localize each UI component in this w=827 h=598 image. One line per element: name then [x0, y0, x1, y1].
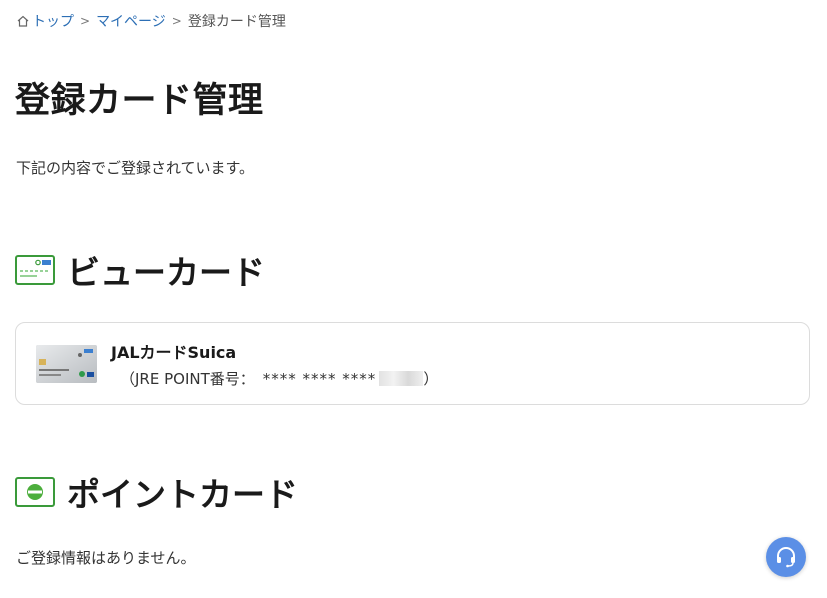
card-number-close: ） [423, 370, 439, 388]
empty-message: ご登録情報はありません。 [16, 549, 196, 567]
support-button[interactable] [766, 537, 806, 577]
view-card-section-header: ビューカード [15, 246, 265, 294]
home-icon [17, 15, 29, 27]
breadcrumb-link-mypage[interactable]: マイページ [96, 11, 166, 31]
view-card-heading: ビューカード [67, 253, 265, 292]
card-name: JALカードSuica [111, 343, 237, 362]
breadcrumb: トップ > マイページ > 登録カード管理 [16, 11, 286, 31]
point-card-section-header: ポイントカード [15, 468, 298, 516]
breadcrumb-separator: > [80, 14, 91, 28]
page-title: 登録カード管理 [15, 81, 264, 121]
card-point-number: （JRE POINT番号： **** **** **** ） [120, 368, 438, 389]
breadcrumb-link-top[interactable]: トップ [32, 11, 74, 31]
credit-card-icon [15, 255, 55, 285]
registered-card-item: JALカードSuica （JRE POINT番号： **** **** ****… [15, 322, 810, 405]
blurred-digits [379, 371, 424, 386]
intro-text: 下記の内容でご登録されています。 [16, 159, 255, 177]
card-number-masked: **** **** **** [262, 369, 377, 388]
headset-icon [777, 547, 795, 568]
breadcrumb-current: 登録カード管理 [187, 14, 286, 30]
point-card-icon [15, 477, 55, 507]
jal-card-image [36, 345, 97, 383]
breadcrumb-separator: > [171, 14, 182, 28]
point-card-heading: ポイントカード [67, 475, 298, 514]
card-number-label: （JRE POINT番号： [120, 370, 255, 388]
